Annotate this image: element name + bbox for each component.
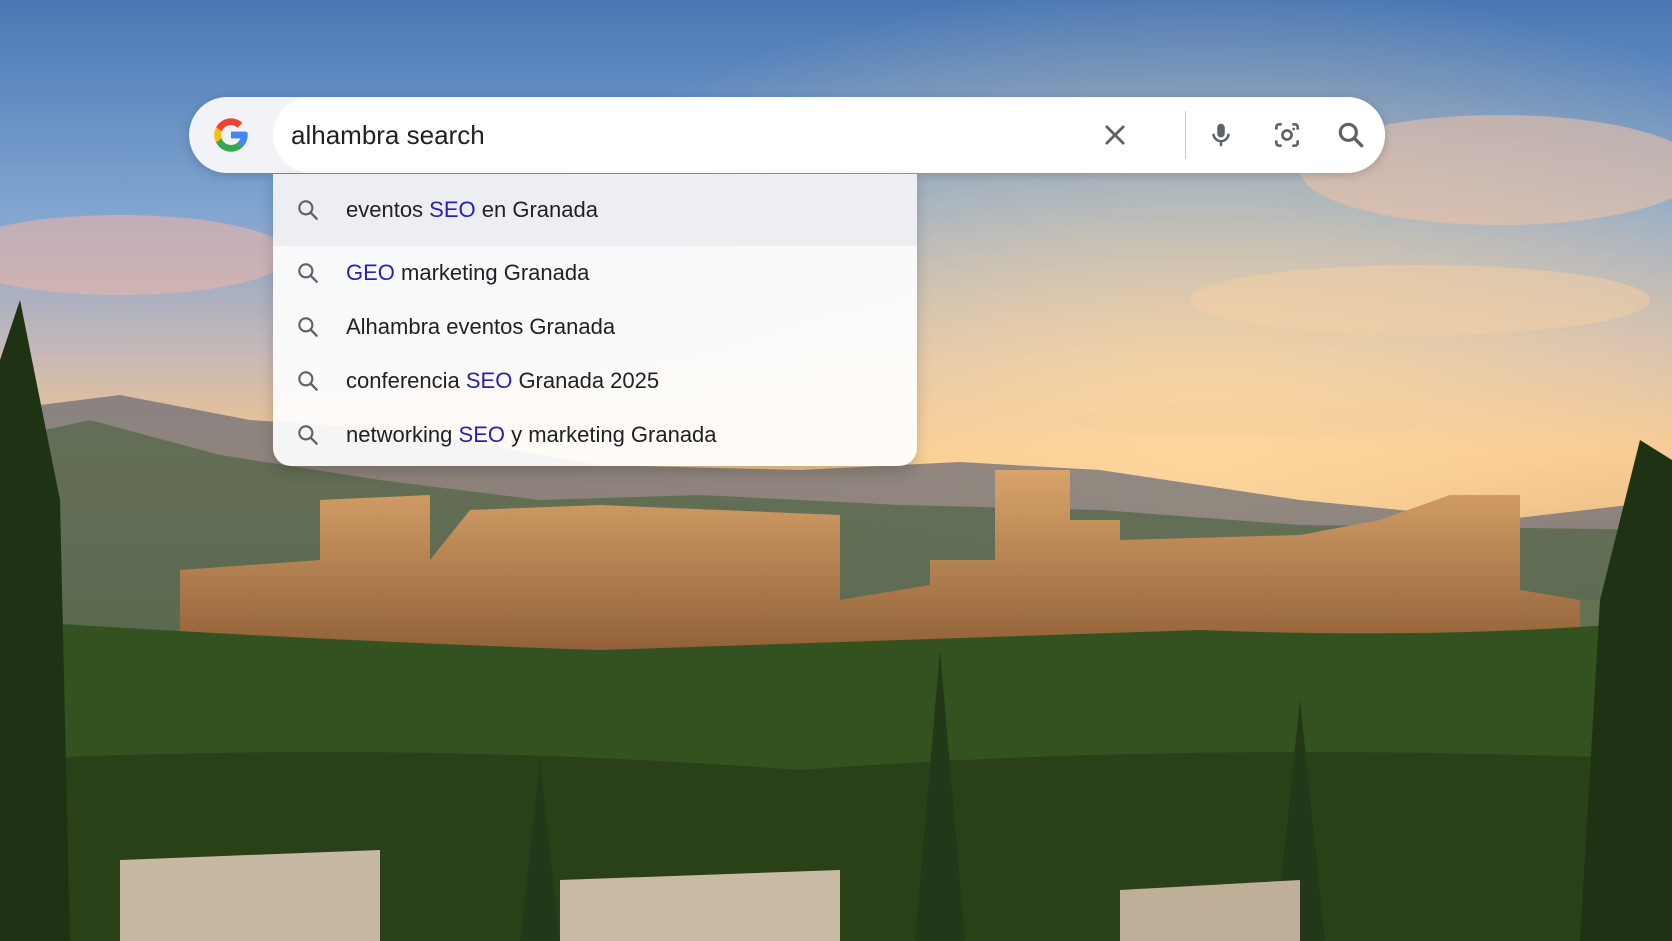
suggestion-keyword: SEO	[465, 368, 513, 393]
desktop-scene: eventos SEO en Granada GEO marketing Gra…	[0, 0, 1672, 941]
autocomplete-dropdown: eventos SEO en Granada GEO marketing Gra…	[273, 174, 917, 466]
search-input-container[interactable]	[273, 97, 1385, 173]
search-icon	[298, 371, 318, 391]
camera-lens-icon[interactable]	[1269, 117, 1305, 153]
suggestion-text: Alhambra eventos Granada	[346, 314, 616, 339]
search-icon	[298, 317, 318, 337]
suggestion-item[interactable]: Alhambra eventos Granada	[273, 300, 917, 354]
suggestion-keyword: SEO	[429, 197, 476, 222]
search-icon	[298, 200, 318, 220]
suggestion-keyword: SEO	[458, 422, 505, 447]
search-bar-divider	[1185, 111, 1186, 159]
close-icon[interactable]	[1097, 117, 1133, 153]
google-g-logo-icon[interactable]	[211, 115, 251, 155]
microphone-icon[interactable]	[1203, 117, 1239, 153]
suggestion-text: conferencia SEO Granada 2025	[346, 368, 660, 393]
suggestion-text: networking SEO y marketing Granada	[346, 422, 717, 447]
suggestion-item[interactable]: networking SEO y marketing Granada	[273, 408, 917, 462]
suggestion-item[interactable]: conferencia SEO Granada 2025	[273, 354, 917, 408]
suggestion-text: GEO marketing Granada	[346, 260, 590, 285]
search-bar	[189, 97, 1385, 173]
search-icon	[298, 263, 318, 283]
suggestion-item[interactable]: GEO marketing Granada	[273, 246, 917, 300]
search-icon	[298, 425, 318, 445]
search-icon[interactable]	[1333, 117, 1369, 153]
suggestion-keyword: GEO	[346, 260, 395, 285]
suggestion-item[interactable]: eventos SEO en Granada	[273, 174, 917, 246]
search-input[interactable]	[291, 97, 991, 173]
suggestion-text: eventos SEO en Granada	[346, 197, 598, 222]
